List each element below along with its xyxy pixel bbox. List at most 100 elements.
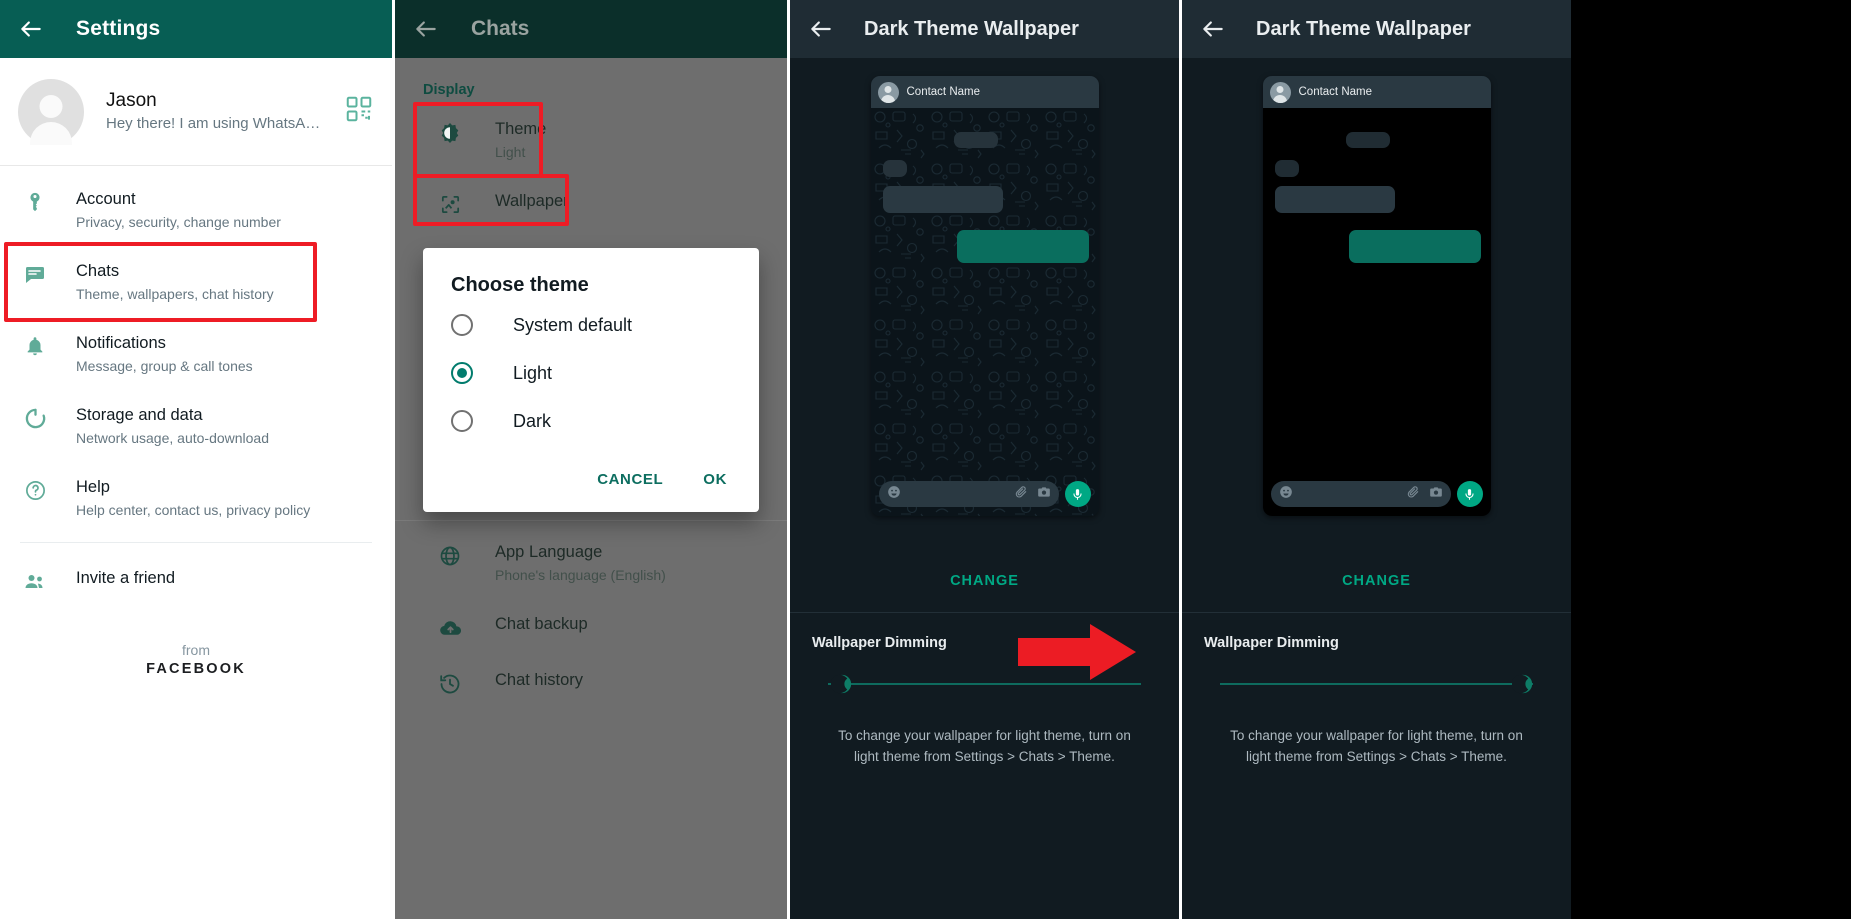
paperclip-icon[interactable]: [1406, 485, 1420, 504]
change-button[interactable]: CHANGE: [950, 573, 1019, 589]
chats-item-app-language[interactable]: App Language Phone's language (English): [395, 521, 787, 595]
microphone-icon[interactable]: [1456, 481, 1483, 507]
item-title: Account: [76, 190, 136, 208]
sidebar-item-notifications[interactable]: Notifications Message, group & call tone…: [0, 318, 392, 390]
item-title: Chat history: [495, 671, 584, 689]
preview-bubble-small: [1274, 160, 1299, 177]
contact-name: Contact Name: [1298, 86, 1373, 98]
preview-bubble-center: [953, 132, 998, 148]
slider-track: [1220, 683, 1533, 685]
divider: [20, 542, 372, 543]
camera-icon[interactable]: [1037, 485, 1051, 504]
data-usage-icon: [20, 407, 50, 430]
slider-thumb-moon-icon[interactable]: [830, 672, 854, 696]
preview-bubble-center: [1345, 132, 1390, 148]
preview-canvas: [1262, 108, 1491, 516]
sidebar-item-help[interactable]: Help Help center, contact us, privacy po…: [0, 462, 392, 534]
change-wallpaper-row: CHANGE: [790, 558, 1179, 612]
item-title: Chat backup: [495, 615, 588, 633]
chat-preview: Contact Name: [1262, 76, 1491, 516]
red-arrow-right: [1018, 624, 1136, 680]
change-button[interactable]: CHANGE: [1342, 573, 1411, 589]
profile-row[interactable]: Jason Hey there! I am using WhatsA…: [0, 58, 392, 166]
sidebar-item-account[interactable]: Account Privacy, security, change number: [0, 174, 392, 246]
settings-list: Account Privacy, security, change number…: [0, 166, 392, 677]
preview-bubble-small: [882, 160, 907, 177]
slider-thumb-moon-icon[interactable]: [1511, 672, 1535, 696]
radio-button-selected[interactable]: [451, 362, 473, 384]
item-title: Theme: [495, 120, 547, 138]
option-label: System default: [513, 314, 633, 335]
choose-theme-dialog: Choose theme System default Light Dark C…: [423, 248, 759, 512]
wallpaper-preview-area: Contact Name: [1182, 58, 1571, 558]
panel-chats-settings: Chats Display Theme Light Wallpaper App …: [395, 0, 787, 919]
contact-avatar-icon: [1269, 81, 1291, 103]
microphone-icon[interactable]: [1064, 481, 1091, 507]
preview-bubble-outgoing: [1348, 230, 1481, 263]
preview-bubble-incoming: [1274, 186, 1395, 213]
page-title: Settings: [76, 17, 161, 40]
item-title: Chats: [76, 262, 120, 280]
radio-button[interactable]: [451, 314, 473, 336]
qr-code-icon[interactable]: [344, 94, 374, 129]
option-label: Dark: [513, 410, 552, 431]
emoji-icon[interactable]: [1279, 485, 1293, 504]
back-arrow-icon[interactable]: [1200, 16, 1226, 42]
chats-item-theme[interactable]: Theme Light: [395, 102, 787, 178]
moon-icon: [1512, 674, 1533, 694]
preview-bubble-incoming: [882, 186, 1003, 213]
back-arrow-icon[interactable]: [413, 16, 439, 42]
profile-status: Hey there! I am using WhatsA…: [106, 114, 321, 132]
people-icon: [20, 570, 50, 594]
chats-item-chat-backup[interactable]: Chat backup: [395, 595, 787, 651]
bell-icon: [20, 335, 50, 357]
paperclip-icon[interactable]: [1014, 485, 1028, 504]
preview-bubble-outgoing: [956, 230, 1089, 263]
item-subtitle: Help center, contact us, privacy policy: [76, 502, 311, 518]
back-arrow-icon[interactable]: [18, 16, 44, 42]
image-icon: [435, 193, 465, 216]
section-label-display: Display: [423, 82, 475, 98]
brightness-icon: [435, 121, 465, 145]
item-subtitle: Light: [495, 144, 526, 160]
cancel-button[interactable]: CANCEL: [583, 463, 677, 496]
help-circle-icon: [20, 479, 50, 502]
wallpaper-appbar: Dark Theme Wallpaper: [790, 0, 1179, 58]
panel-settings: Settings Jason Hey there! I am using Wha…: [0, 0, 392, 919]
sidebar-item-storage-and-data[interactable]: Storage and data Network usage, auto-dow…: [0, 390, 392, 462]
theme-option-dark[interactable]: Dark: [423, 397, 759, 445]
contact-avatar-icon: [877, 81, 899, 103]
item-title: Storage and data: [76, 406, 203, 424]
emoji-icon[interactable]: [887, 485, 901, 504]
wallpaper-appbar: Dark Theme Wallpaper: [1182, 0, 1571, 58]
contact-name: Contact Name: [906, 86, 981, 98]
item-title: Invite a friend: [76, 569, 176, 587]
item-subtitle: Privacy, security, change number: [76, 214, 281, 230]
footer-from-label: from: [182, 642, 210, 658]
dimming-title: Wallpaper Dimming: [1204, 635, 1339, 651]
radio-button[interactable]: [451, 410, 473, 432]
page-title: Dark Theme Wallpaper: [864, 17, 1079, 40]
item-title: App Language: [495, 543, 603, 561]
chat-preview: Contact Name: [870, 76, 1099, 516]
item-title: Wallpaper: [495, 192, 569, 210]
preview-input-bar: [1270, 481, 1483, 507]
dimming-slider[interactable]: [1204, 669, 1549, 699]
ok-button[interactable]: OK: [689, 463, 741, 496]
preview-canvas: [870, 108, 1099, 516]
theme-option-light[interactable]: Light: [423, 349, 759, 397]
preview-input-bar: [878, 481, 1091, 507]
screenshot-root: Settings Jason Hey there! I am using Wha…: [0, 0, 1851, 919]
back-arrow-icon[interactable]: [808, 16, 834, 42]
camera-icon[interactable]: [1429, 485, 1443, 504]
item-title: Notifications: [76, 334, 166, 352]
sidebar-item-invite-a-friend[interactable]: Invite a friend: [0, 551, 392, 608]
chats-item-wallpaper[interactable]: Wallpaper: [395, 172, 787, 228]
dimming-note: To change your wallpaper for light theme…: [838, 728, 1131, 764]
sidebar-item-chats[interactable]: Chats Theme, wallpapers, chat history: [0, 242, 392, 322]
theme-option-system-default[interactable]: System default: [423, 301, 759, 349]
wallpaper-preview-area: Contact Name: [790, 58, 1179, 558]
history-icon: [435, 672, 465, 696]
chats-item-chat-history[interactable]: Chat history: [395, 651, 787, 710]
wallpaper-dimming-section: Wallpaper Dimming To change your wallpap…: [1182, 612, 1571, 767]
